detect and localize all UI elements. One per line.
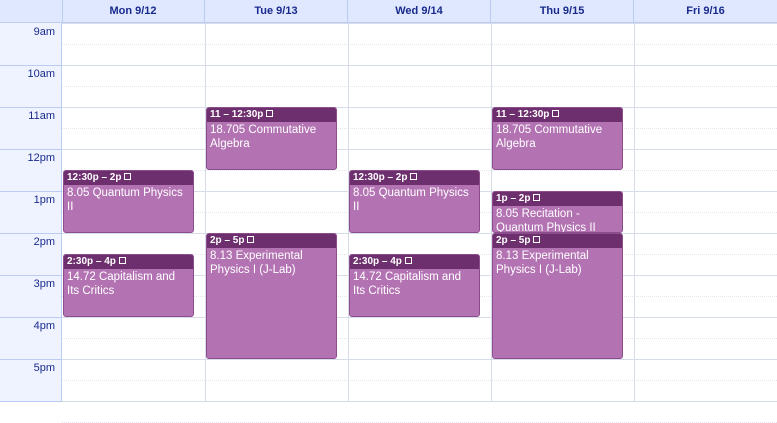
calendar-event[interactable]: 2:30p – 4p 14.72 Capitalism and Its Criti…	[349, 254, 480, 317]
day-header-fri[interactable]: Fri 9/16	[634, 0, 777, 22]
hour-label-3pm: 3pm	[33, 278, 55, 290]
event-title: 8.13 Experimental Physics I (J-Lab)	[210, 250, 303, 276]
week-calendar: Mon 9/12 Tue 9/13 Wed 9/14 Thu 9/15 Fri …	[0, 0, 777, 423]
calendar-event[interactable]: 11 – 12:30p 18.705 Commutative Algebra	[206, 107, 337, 170]
half-hour-gridline	[62, 128, 777, 129]
event-header: 2:30p – 4p	[350, 255, 479, 269]
event-header: 12:30p – 2p	[350, 171, 479, 185]
hour-label-10am: 10am	[27, 68, 55, 80]
half-hour-gridline	[62, 338, 777, 339]
event-title: 18.705 Commutative Algebra	[210, 124, 317, 150]
event-title: 8.13 Experimental Physics I (J-Lab)	[496, 250, 589, 276]
event-time: 2:30p – 4p	[67, 256, 116, 267]
expand-icon[interactable]	[266, 110, 274, 117]
expand-icon[interactable]	[404, 257, 412, 264]
gutter-hour-line	[0, 191, 62, 192]
calendar-event[interactable]: 12:30p – 2p 8.05 Quantum Physics II	[63, 170, 194, 233]
expand-icon[interactable]	[247, 236, 255, 243]
time-gutter: 9am 10am 11am 12pm 1pm 2pm 3pm 4pm 5pm	[0, 23, 62, 402]
event-time: 2:30p – 4p	[353, 256, 402, 267]
event-time: 12:30p – 2p	[67, 172, 122, 183]
gutter-hour-line	[0, 233, 62, 234]
event-time: 2p – 5p	[496, 235, 531, 246]
hour-label-9am: 9am	[33, 26, 55, 38]
hour-gridline	[62, 107, 777, 108]
event-title: 8.05 Quantum Physics II	[353, 187, 469, 213]
hour-label-4pm: 4pm	[33, 320, 55, 332]
hour-gridline	[62, 65, 777, 66]
event-title: 8.05 Quantum Physics II	[67, 187, 183, 213]
event-title: 18.705 Commutative Algebra	[496, 124, 603, 150]
event-title: 14.72 Capitalism and Its Critics	[353, 271, 462, 297]
event-title: 14.72 Capitalism and Its Critics	[67, 271, 176, 297]
hour-label-5pm: 5pm	[33, 362, 55, 374]
hour-gridline	[62, 149, 777, 150]
event-header: 11 – 12:30p	[207, 108, 336, 122]
day-column-divider	[634, 23, 635, 402]
calendar-event[interactable]: 12:30p – 2p 8.05 Quantum Physics II	[349, 170, 480, 233]
event-header: 11 – 12:30p	[493, 108, 622, 122]
event-time: 1p – 2p	[496, 193, 531, 204]
hour-gridline	[62, 233, 777, 234]
expand-icon[interactable]	[118, 257, 126, 264]
event-time: 11 – 12:30p	[496, 109, 550, 120]
hour-gridline	[62, 359, 777, 360]
half-hour-gridline	[62, 86, 777, 87]
calendar-event[interactable]: 2p – 5p 8.13 Experimental Physics I (J-La…	[206, 233, 337, 359]
expand-icon[interactable]	[533, 236, 541, 243]
calendar-event[interactable]: 2p – 5p 8.13 Experimental Physics I (J-La…	[492, 233, 623, 359]
day-header-thu[interactable]: Thu 9/15	[491, 0, 634, 22]
day-header-tue[interactable]: Tue 9/13	[205, 0, 348, 22]
header-corner	[0, 0, 63, 22]
expand-icon[interactable]	[410, 173, 418, 180]
hour-gridline	[62, 23, 777, 24]
event-header: 12:30p – 2p	[64, 171, 193, 185]
calendar-header: Mon 9/12 Tue 9/13 Wed 9/14 Thu 9/15 Fri …	[0, 0, 777, 23]
hour-label-11am: 11am	[28, 110, 55, 122]
expand-icon[interactable]	[124, 173, 132, 180]
calendar-event[interactable]: 2:30p – 4p 14.72 Capitalism and Its Criti…	[63, 254, 194, 317]
day-header-wed[interactable]: Wed 9/14	[348, 0, 491, 22]
event-header: 2:30p – 4p	[64, 255, 193, 269]
time-grid[interactable]: 12:30p – 2p 8.05 Quantum Physics II 2:30p …	[62, 23, 777, 423]
event-header: 2p – 5p	[493, 234, 622, 248]
day-header-mon[interactable]: Mon 9/12	[62, 0, 205, 22]
gutter-hour-line	[0, 359, 62, 360]
calendar-event[interactable]: 11 – 12:30p 18.705 Commutative Algebra	[492, 107, 623, 170]
calendar-event[interactable]: 1p – 2p 8.05 Recitation - Quantum Physics…	[492, 191, 623, 233]
event-title: 8.05 Recitation - Quantum Physics II	[496, 208, 596, 233]
hour-gridline	[62, 317, 777, 318]
expand-icon[interactable]	[533, 194, 541, 201]
gutter-hour-line	[0, 65, 62, 66]
gutter-hour-line	[0, 107, 62, 108]
hour-label-12pm: 12pm	[27, 152, 55, 164]
hour-label-2pm: 2pm	[33, 236, 55, 248]
event-header: 1p – 2p	[493, 192, 622, 206]
event-time: 12:30p – 2p	[353, 172, 408, 183]
event-time: 11 – 12:30p	[210, 109, 264, 120]
gutter-hour-line	[0, 317, 62, 318]
hour-label-1pm: 1pm	[33, 194, 55, 206]
gutter-hour-line	[0, 149, 62, 150]
event-time: 2p – 5p	[210, 235, 245, 246]
half-hour-gridline	[62, 44, 777, 45]
gutter-hour-line	[0, 275, 62, 276]
event-header: 2p – 5p	[207, 234, 336, 248]
half-hour-gridline	[62, 380, 777, 381]
expand-icon[interactable]	[552, 110, 560, 117]
